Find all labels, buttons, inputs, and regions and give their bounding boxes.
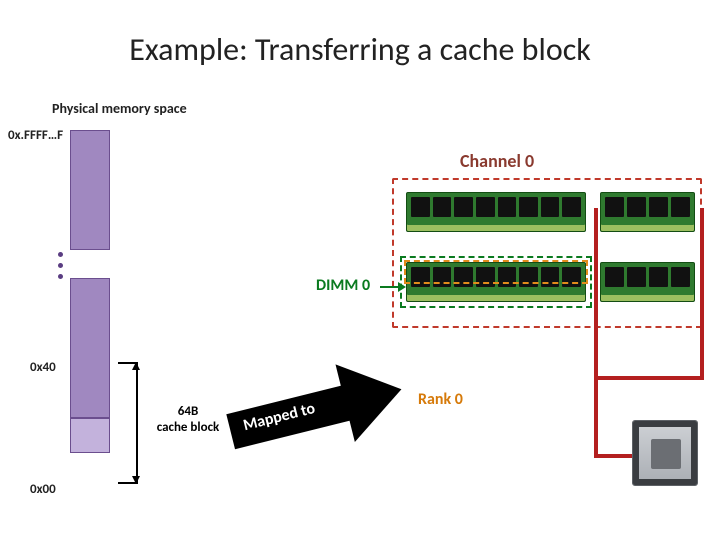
physical-memory-column bbox=[70, 130, 110, 490]
dimm-arrow-icon bbox=[380, 286, 404, 288]
dimm-module bbox=[600, 192, 695, 232]
page-title: Example: Transferring a cache block bbox=[0, 30, 720, 69]
bus-horizontal bbox=[594, 376, 704, 380]
cpu-chip-icon bbox=[632, 420, 698, 486]
mapped-to-arrow: Mapped to bbox=[221, 349, 415, 470]
bus-vertical-2 bbox=[700, 208, 704, 380]
cache-block-label: 64B cache block bbox=[148, 404, 228, 437]
memory-segment-upper bbox=[70, 130, 110, 250]
channel-label: Channel 0 bbox=[460, 150, 534, 172]
rank-label: Rank 0 bbox=[418, 390, 463, 409]
bus-vertical bbox=[594, 208, 598, 458]
memory-segment-lower bbox=[70, 278, 110, 418]
memory-segment-cacheblock bbox=[70, 418, 110, 453]
cache-block-text: cache block bbox=[157, 420, 220, 435]
memory-space-label: Physical memory space bbox=[52, 100, 187, 117]
cache-block-extent bbox=[118, 362, 138, 484]
cache-block-size: 64B bbox=[178, 404, 198, 419]
ellipsis-icon bbox=[58, 252, 63, 279]
dimm-module bbox=[406, 192, 586, 232]
address-low: 0x00 bbox=[30, 482, 56, 497]
address-high: 0x.FFFF…F bbox=[8, 128, 63, 143]
rank-0-highlight bbox=[404, 260, 588, 284]
dimm-label: DIMM 0 bbox=[316, 276, 370, 295]
dimm-module bbox=[600, 262, 695, 302]
address-mid: 0x40 bbox=[30, 360, 56, 375]
